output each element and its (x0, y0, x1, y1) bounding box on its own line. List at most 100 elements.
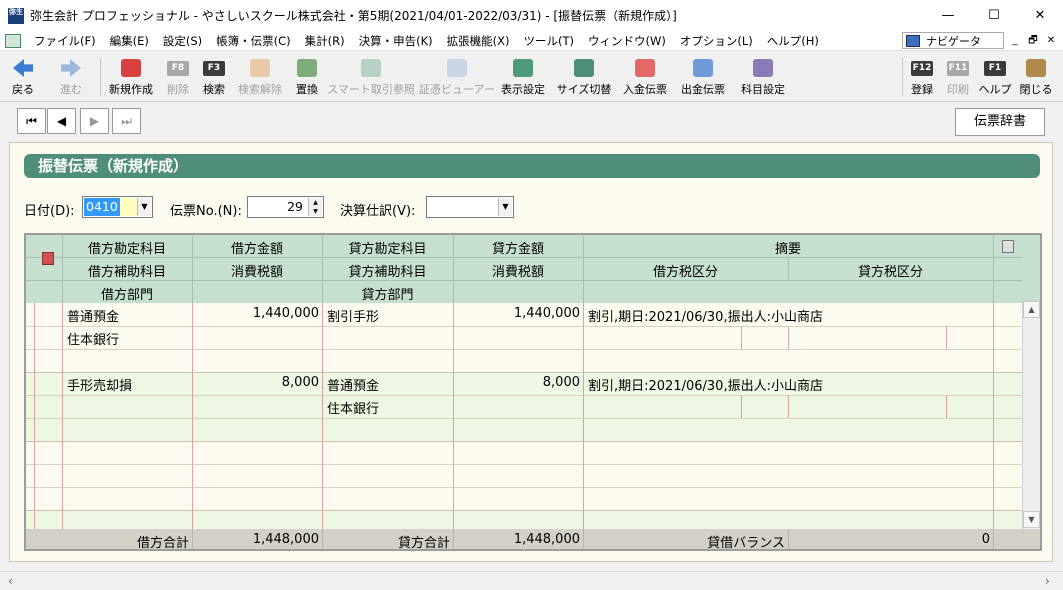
row-divider (26, 418, 1022, 419)
close-window-button[interactable]: ✕ (1017, 0, 1063, 31)
mdi-restore-button[interactable]: 🗗 (1025, 33, 1041, 48)
new-button[interactable]: 新規作成 (106, 55, 156, 99)
menu-file[interactable]: ファイル(F) (27, 33, 103, 49)
closing-entry-select[interactable]: ▼ (426, 196, 514, 218)
header-debit-tax-class: 借方税区分 (652, 265, 718, 280)
prev-record-button[interactable]: ◀ (47, 108, 76, 134)
column-divider (741, 395, 742, 418)
print-button[interactable]: F11 印刷 (943, 55, 973, 99)
row-divider (26, 395, 1022, 396)
voucher-dictionary-button[interactable]: 伝票辞書 (955, 108, 1045, 136)
account-settings-icon (753, 59, 773, 77)
voucher-no-value: 29 (287, 199, 303, 214)
chevron-down-icon[interactable]: ▼ (498, 198, 512, 216)
menu-edit[interactable]: 編集(E) (103, 33, 156, 49)
entry-block (26, 441, 1022, 510)
account-settings-button[interactable]: 科目設定 (737, 55, 789, 99)
size-toggle-button[interactable]: サイズ切替 (556, 55, 612, 99)
header-divider (26, 280, 1022, 281)
header-debit-sub: 借方補助科目 (87, 265, 166, 280)
register-button[interactable]: F12 登録 (907, 55, 937, 99)
cell-debit-account[interactable]: 普通預金 (67, 306, 119, 325)
menu-help[interactable]: ヘルプ(H) (760, 33, 826, 49)
note-icon[interactable] (42, 252, 54, 265)
voucher-panel: 振替伝票（新規作成） 日付(D): 0410 ▼ 伝票No.(N): 29 ▲ ▼… (9, 142, 1053, 562)
cell-debit-sub[interactable]: 住本銀行 (67, 329, 119, 348)
date-field[interactable]: 0410 ▼ (82, 196, 153, 218)
menu-options[interactable]: オプション(L) (673, 33, 760, 49)
search-clear-button[interactable]: 検索解除 (235, 55, 285, 99)
forward-arrow-icon (61, 59, 81, 77)
scroll-down-icon[interactable]: ▼ (1023, 511, 1040, 528)
document-icon[interactable] (5, 33, 21, 48)
scroll-left-icon[interactable]: ‹ (8, 574, 13, 588)
display-settings-button[interactable]: 表示設定 (498, 55, 548, 99)
header-debit-tax: 消費税額 (230, 265, 283, 280)
last-record-button[interactable]: ⏭ (112, 108, 141, 134)
navigator-label: ナビゲータ (926, 34, 981, 48)
replace-button[interactable]: 置換 (292, 55, 322, 99)
row-divider (26, 487, 1022, 488)
column-divider (788, 395, 789, 418)
menu-settings[interactable]: 設定(S) (156, 33, 209, 49)
back-button[interactable]: 戻る (6, 55, 40, 99)
cell-debit-account[interactable]: 手形売却損 (67, 375, 132, 394)
deposit-voucher-button[interactable]: 入金伝票 (619, 55, 671, 99)
header-divider (993, 235, 994, 303)
evidence-viewer-button[interactable]: 証憑ビューアー (419, 55, 495, 99)
menu-extensions[interactable]: 拡張機能(X) (440, 33, 517, 49)
column-divider (993, 303, 994, 529)
cell-description[interactable]: 割引,期日:2021/06/30,振出人:小山商店 (588, 306, 823, 325)
cell-credit-sub[interactable]: 住本銀行 (327, 398, 379, 417)
withdrawal-voucher-button[interactable]: 出金伝票 (677, 55, 729, 99)
scroll-up-icon[interactable]: ▲ (1023, 301, 1040, 318)
menu-closing[interactable]: 決算・申告(K) (352, 33, 440, 49)
smart-reference-icon (361, 59, 381, 77)
column-divider (322, 303, 323, 529)
cell-debit-amount[interactable]: 8,000 (192, 375, 319, 390)
header-divider (26, 257, 1022, 258)
minimize-button[interactable]: — (925, 0, 971, 31)
forward-button[interactable]: 進む (54, 55, 88, 99)
vertical-scrollbar[interactable]: ▲ ▼ (1022, 301, 1040, 529)
window-title: 弥生会計 プロフェッショナル - やさしいスクール株式会社・第5期(2021/0… (30, 9, 677, 23)
voucher-no-label: 伝票No.(N): (170, 204, 242, 219)
column-divider (34, 303, 35, 529)
smart-reference-button[interactable]: スマート取引参照 (327, 55, 415, 99)
next-record-button[interactable]: ▶ (80, 108, 109, 134)
header-debit-dept: 借方部門 (100, 288, 153, 303)
chevron-down-icon[interactable]: ▼ (137, 198, 151, 216)
size-toggle-icon (574, 59, 594, 77)
maximize-button[interactable]: ☐ (971, 0, 1017, 31)
title-bar: 弥生 弥生会計 プロフェッショナル - やさしいスクール株式会社・第5期(202… (0, 0, 1063, 31)
cell-credit-amount[interactable]: 1,440,000 (453, 306, 580, 321)
mdi-minimize-button[interactable]: _ (1007, 33, 1023, 48)
horizontal-scrollbar[interactable]: ‹ › (0, 571, 1063, 590)
search-button[interactable]: F3 検索 (199, 55, 229, 99)
header-credit-account: 貸方勘定科目 (348, 242, 427, 257)
column-settings-icon[interactable] (1002, 240, 1014, 253)
new-document-icon (121, 59, 141, 77)
cell-credit-account[interactable]: 割引手形 (327, 306, 379, 325)
scroll-right-icon[interactable]: › (1045, 574, 1050, 588)
app-logo: 弥生 (8, 7, 24, 24)
mdi-close-button[interactable]: ✕ (1043, 33, 1059, 48)
spin-stepper-icon[interactable]: ▲ ▼ (308, 198, 322, 216)
cell-credit-account[interactable]: 普通預金 (327, 375, 379, 394)
navigator-button[interactable]: ナビゲータ (902, 32, 1004, 49)
delete-button[interactable]: F8 削除 (163, 55, 193, 99)
f11-key-icon: F11 (947, 61, 969, 76)
menu-books[interactable]: 帳簿・伝票(C) (209, 33, 298, 49)
help-button[interactable]: F1 ヘルプ (978, 55, 1012, 99)
menu-window[interactable]: ウィンドウ(W) (581, 33, 673, 49)
menu-tools[interactable]: ツール(T) (516, 33, 581, 49)
voucher-no-field[interactable]: 29 ▲ ▼ (247, 196, 324, 218)
cell-debit-amount[interactable]: 1,440,000 (192, 306, 319, 321)
first-record-button[interactable]: ⏮ (17, 108, 46, 134)
cell-description[interactable]: 割引,期日:2021/06/30,振出人:小山商店 (588, 375, 823, 394)
deposit-voucher-icon (635, 59, 655, 77)
close-button[interactable]: 閉じる (1017, 55, 1055, 99)
header-debit-account: 借方勘定科目 (87, 242, 166, 257)
cell-credit-amount[interactable]: 8,000 (453, 375, 580, 390)
menu-aggregate[interactable]: 集計(R) (298, 33, 352, 49)
